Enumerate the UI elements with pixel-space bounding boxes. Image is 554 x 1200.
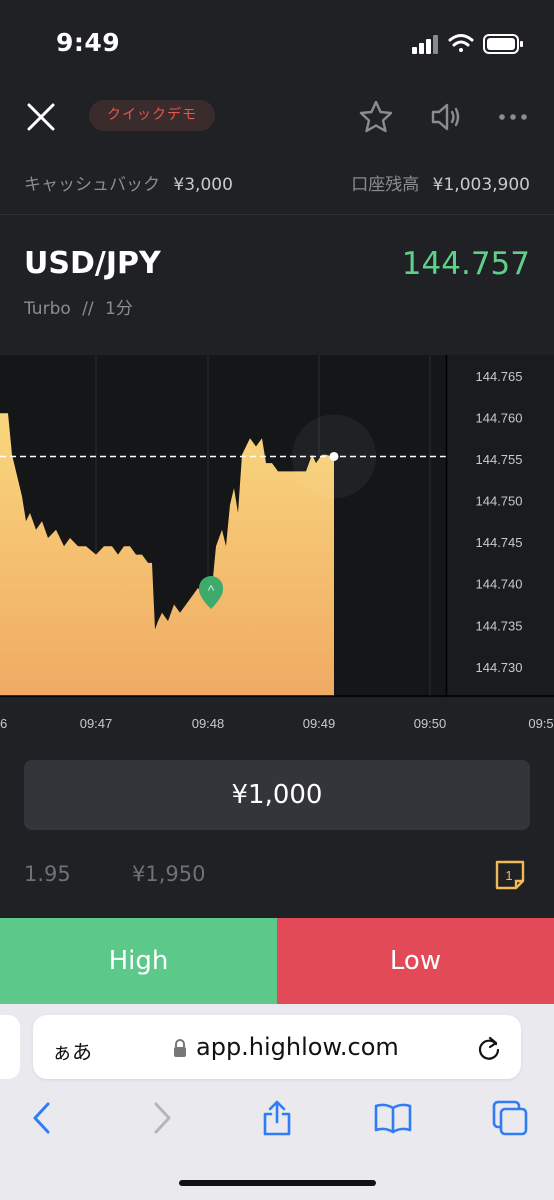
- product-duration: 1分: [105, 299, 133, 319]
- close-button[interactable]: [22, 98, 60, 136]
- current-price: 144.757: [401, 246, 530, 282]
- balance-label: 口座残高: [351, 175, 420, 195]
- tabs-icon: [492, 1100, 528, 1136]
- x-tick-label: 6: [0, 716, 7, 731]
- wifi-icon: [448, 34, 474, 52]
- payout-rate: 1.95: [24, 862, 71, 886]
- balance-info: 口座残高 ¥1,003,900: [351, 170, 530, 195]
- y-tick-label: 144.730: [476, 660, 523, 675]
- price-chart[interactable]: ^ 144.765 144.760 144.755 144.750 144.745 144…: [0, 355, 554, 740]
- home-indicator: [179, 1180, 376, 1186]
- x-tick-label: 09:50: [414, 716, 447, 731]
- share-icon: [263, 1100, 291, 1136]
- chevron-right-icon: [154, 1102, 171, 1134]
- sound-button[interactable]: [428, 98, 466, 136]
- mode-badge: クイックデモ: [89, 100, 215, 131]
- entry-marker-label: ^: [208, 582, 215, 598]
- tabs-button[interactable]: [490, 1098, 530, 1138]
- product-info: Turbo // 1分: [24, 294, 133, 319]
- current-point: [329, 451, 339, 461]
- signal-icon: [412, 35, 438, 54]
- product-type: Turbo: [24, 299, 71, 319]
- y-tick-label: 144.750: [476, 494, 523, 509]
- status-time: 9:49: [56, 28, 121, 57]
- reload-button[interactable]: [476, 1034, 502, 1062]
- x-tick-label: 09:5: [528, 716, 553, 731]
- count-value: 1: [505, 868, 512, 883]
- cashback-info: キャッシュバック ¥3,000: [24, 170, 233, 195]
- high-button[interactable]: High: [0, 918, 277, 1004]
- count-icon: 1: [495, 860, 525, 890]
- cashback-value: ¥3,000: [173, 175, 233, 195]
- x-tick-label: 09:47: [80, 716, 113, 731]
- share-button[interactable]: [257, 1098, 297, 1138]
- x-tick-label: 09:49: [303, 716, 336, 731]
- y-tick-label: 144.740: [476, 577, 523, 592]
- favorite-button[interactable]: [357, 98, 395, 136]
- x-tick-label: 09:48: [192, 716, 225, 731]
- book-icon: [374, 1103, 412, 1134]
- y-tick-label: 144.735: [476, 618, 523, 633]
- status-icons: [412, 34, 523, 54]
- previous-tab-preview[interactable]: [0, 1015, 20, 1079]
- y-tick-label: 144.765: [476, 369, 523, 384]
- amount-input[interactable]: ¥1,000: [24, 760, 530, 830]
- one-click-toggle[interactable]: 1: [494, 859, 526, 891]
- text-size-button[interactable]: ぁあ: [52, 1036, 92, 1065]
- y-tick-label: 144.760: [476, 410, 523, 425]
- y-tick-label: 144.745: [476, 535, 523, 550]
- close-icon: [27, 103, 55, 131]
- cashback-label: キャッシュバック: [24, 175, 160, 195]
- reload-icon: [478, 1036, 500, 1060]
- url-text: app.highlow.com: [196, 1033, 399, 1061]
- y-axis-panel: [447, 355, 554, 697]
- chevron-left-icon: [33, 1102, 50, 1134]
- x-axis-ticks: 6 09:47 09:48 09:49 09:50 09:5: [0, 716, 554, 731]
- y-tick-label: 144.755: [476, 452, 523, 467]
- lock-icon: [174, 1039, 186, 1057]
- payout-amount: ¥1,950: [132, 862, 206, 886]
- back-button[interactable]: [22, 1098, 62, 1138]
- more-button[interactable]: [495, 98, 531, 136]
- low-button[interactable]: Low: [277, 918, 554, 1004]
- speaker-icon: [431, 103, 460, 131]
- balance-value: ¥1,003,900: [432, 175, 530, 195]
- star-icon: [359, 100, 393, 133]
- more-icon: [499, 114, 527, 120]
- bookmarks-button[interactable]: [373, 1098, 413, 1138]
- pair-name: USD/JPY: [24, 246, 161, 281]
- battery-icon: [483, 34, 523, 54]
- divider: [0, 214, 554, 215]
- product-separator: //: [82, 299, 94, 319]
- forward-button[interactable]: [142, 1098, 182, 1138]
